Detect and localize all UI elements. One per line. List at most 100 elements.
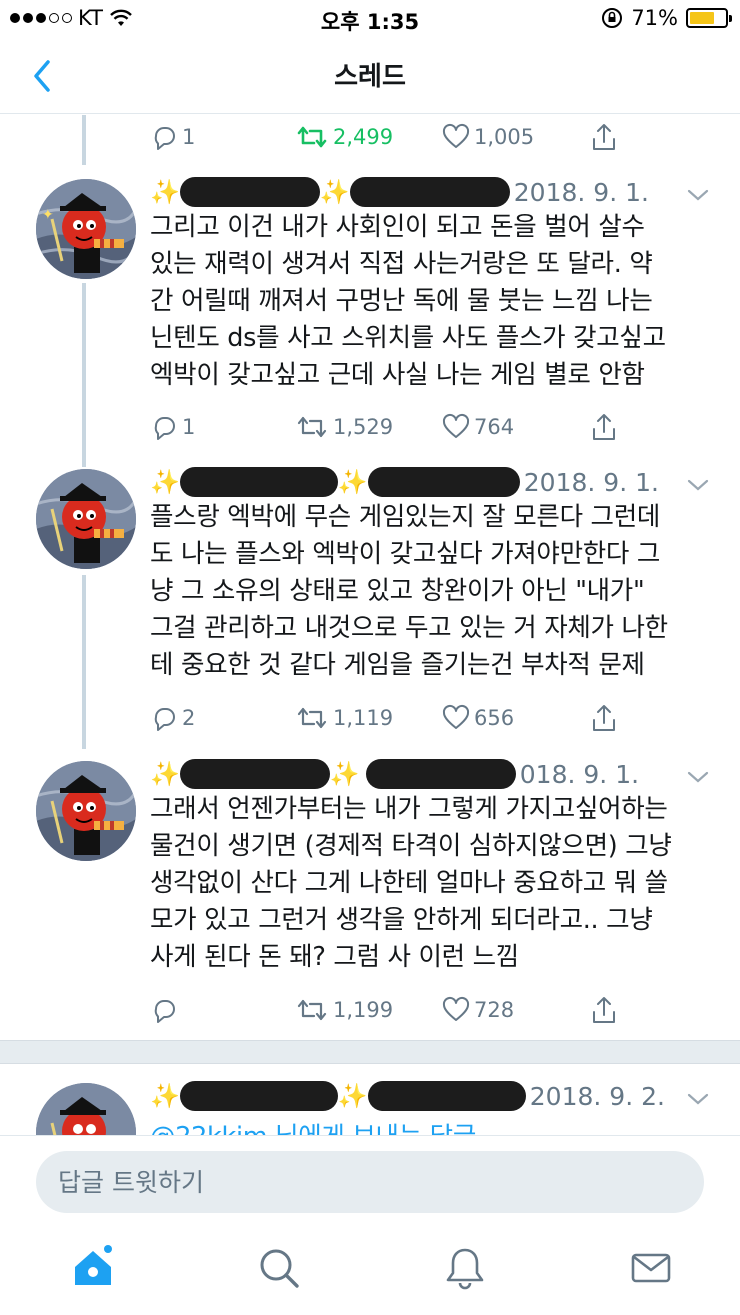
like-count: 728 <box>474 998 515 1022</box>
sparkle-icon: ✨ <box>337 468 368 496</box>
page-title: 스레드 <box>334 62 406 92</box>
like-button[interactable]: 764 <box>442 409 514 445</box>
nav-bar: 스레드 <box>0 40 740 114</box>
tweet-text: 그래서 언젠가부터는 내가 그렇게 가지고싶어하는 물건이 생기면 (경제적 타… <box>150 794 672 972</box>
reply-icon <box>154 417 175 440</box>
sparkle-icon: ✨ <box>150 1082 180 1110</box>
search-icon[interactable] <box>256 1245 302 1291</box>
tweet-text: 그리고 이건 내가 사회인이 되고 돈을 벌어 살수 있는 재력이 생겨서 직접… <box>150 212 666 390</box>
avatar-image <box>36 469 136 569</box>
messages-icon[interactable] <box>628 1245 674 1291</box>
share-button[interactable] <box>590 119 618 155</box>
avatar-image: ✦ <box>36 179 136 279</box>
retweet-icon <box>297 126 327 148</box>
like-button[interactable]: 728 <box>442 992 514 1028</box>
retweet-icon <box>297 416 327 438</box>
battery-icon <box>686 8 732 28</box>
tweet-date: 2018. 9. 1. <box>523 467 659 497</box>
avatar[interactable]: ✦ <box>36 179 136 279</box>
thread[interactable]: 1 2,499 1,005 ✦ ✨ ✨ 2018. 9. 1. 그리고 이건 내… <box>0 115 740 1135</box>
reply-button[interactable] <box>150 992 182 1028</box>
battery-percent: 71% <box>631 6 678 30</box>
share-icon <box>593 997 615 1023</box>
retweet-button[interactable]: 1,199 <box>295 992 393 1028</box>
tweet-actions: 1,199 728 <box>150 992 620 1028</box>
notifications-icon[interactable] <box>442 1245 488 1291</box>
redacted-username <box>367 467 520 497</box>
share-icon <box>593 124 615 150</box>
reply-to-label[interactable]: @22kkim 님에게 보내는 답글 <box>150 1119 720 1135</box>
battery-info: 71% <box>601 6 732 30</box>
redacted-display-name <box>179 177 320 207</box>
sparkle-icon: ✨ <box>150 760 180 788</box>
tweet-text: 플스랑 엑박에 무슨 게임있는지 잘 모른다 그런데 도 나는 플스와 엑박이 … <box>150 502 668 680</box>
reply-count: 1 <box>182 415 196 439</box>
redacted-display-name <box>179 1081 338 1111</box>
tweet-actions: 1 1,529 764 <box>150 409 620 445</box>
section-divider <box>0 1040 740 1064</box>
thread-connector <box>82 115 86 165</box>
like-count: 656 <box>474 706 515 730</box>
sparkle-icon: ✨ <box>337 1082 368 1110</box>
chevron-down-icon[interactable] <box>686 769 710 785</box>
like-button[interactable]: 656 <box>442 700 514 736</box>
tweet-header: ✨ ✨ 2018. 9. 2. <box>150 1079 665 1113</box>
retweet-icon <box>297 999 327 1021</box>
rotation-lock-icon <box>602 8 623 28</box>
reply-input[interactable] <box>36 1151 704 1213</box>
avatar[interactable] <box>36 761 136 861</box>
retweet-count: 2,499 <box>333 125 394 149</box>
heart-icon <box>442 413 470 438</box>
avatar-image <box>36 1083 136 1135</box>
redacted-username <box>365 759 516 789</box>
redacted-username <box>349 177 510 207</box>
reply-icon <box>154 127 175 150</box>
thread-connector <box>82 575 86 749</box>
tweet-header: ✨ ✨ 2018. 9. 1. <box>150 465 659 499</box>
reply-button[interactable]: 1 <box>150 409 195 445</box>
reply-count: 1 <box>182 125 196 149</box>
sparkle-icon: ✨ <box>150 178 180 206</box>
redacted-username <box>367 1081 526 1111</box>
chevron-down-icon[interactable] <box>686 187 710 203</box>
reply-button[interactable]: 2 <box>150 700 195 736</box>
heart-icon <box>442 704 470 729</box>
tweet-header: ✨ ✨ 2018. 9. 1. <box>150 175 649 209</box>
sparkle-icon: ✨ <box>319 178 350 206</box>
sparkle-icon: ✨ <box>150 468 180 496</box>
redacted-display-name <box>179 759 330 789</box>
tab-bar <box>0 1225 740 1315</box>
share-icon <box>593 414 615 440</box>
tweet-date: 018. 9. 1. <box>519 759 640 789</box>
like-button[interactable]: 1,005 <box>442 119 534 155</box>
avatar[interactable] <box>36 469 136 569</box>
chevron-down-icon[interactable] <box>686 1091 710 1107</box>
reply-icon <box>154 1000 175 1023</box>
reply-icon <box>154 708 175 731</box>
retweet-count: 1,529 <box>333 415 394 439</box>
svg-text:✦: ✦ <box>42 207 54 223</box>
avatar[interactable] <box>36 1083 136 1135</box>
heart-icon <box>442 123 470 148</box>
status-bar: KT 오후 1:35 71% <box>0 0 740 40</box>
tweet-header: ✨ ✨ 018. 9. 1. <box>150 757 639 791</box>
share-button[interactable] <box>590 700 618 736</box>
like-count: 764 <box>474 415 515 439</box>
share-icon <box>593 705 615 731</box>
reply-count: 2 <box>182 706 196 730</box>
home-icon[interactable] <box>70 1245 116 1291</box>
tweet-actions: 2 1,119 656 <box>150 700 620 736</box>
heart-icon <box>442 996 470 1021</box>
share-button[interactable] <box>590 992 618 1028</box>
retweet-button[interactable]: 2,499 <box>295 119 393 155</box>
reply-button[interactable]: 1 <box>150 119 195 155</box>
retweet-count: 1,119 <box>333 706 394 730</box>
redacted-display-name <box>179 467 338 497</box>
retweet-button[interactable]: 1,529 <box>295 409 393 445</box>
tweet-date: 2018. 9. 1. <box>513 177 649 207</box>
tweet-actions: 1 2,499 1,005 <box>150 119 620 155</box>
retweet-count: 1,199 <box>333 998 394 1022</box>
chevron-down-icon[interactable] <box>686 477 710 493</box>
share-button[interactable] <box>590 409 618 445</box>
retweet-button[interactable]: 1,119 <box>295 700 393 736</box>
